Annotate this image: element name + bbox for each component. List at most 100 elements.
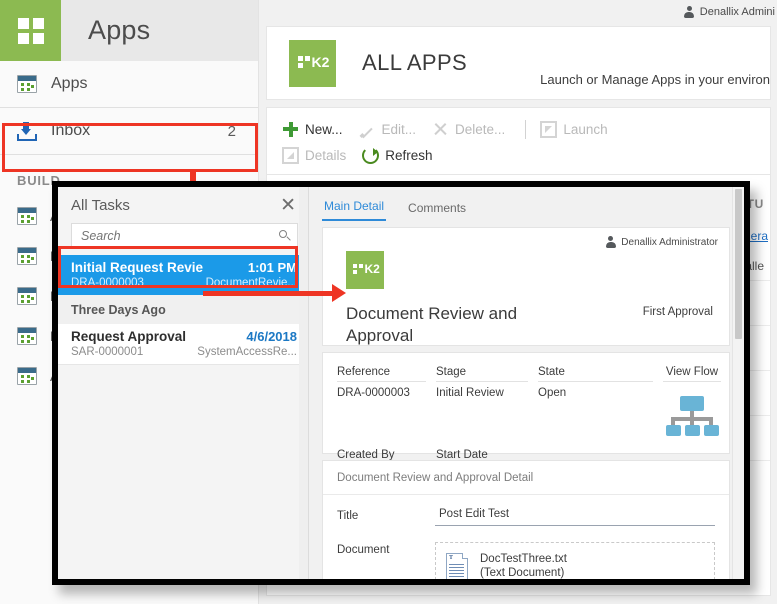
delete-button[interactable]: Delete... bbox=[430, 121, 513, 138]
flow-chart-icon[interactable] bbox=[663, 396, 721, 436]
sidebar-item-inbox[interactable]: Inbox 2 bbox=[0, 108, 258, 154]
task-detail-pane: Main Detail Comments Denallix Administra… bbox=[309, 187, 744, 579]
view-flow-label: View Flow bbox=[663, 366, 721, 382]
window-icon bbox=[17, 327, 37, 345]
launch-button-label: Launch bbox=[563, 121, 608, 137]
details-button-label: Details bbox=[305, 147, 347, 163]
inbox-icon bbox=[17, 121, 37, 141]
window-icon bbox=[17, 207, 37, 225]
detail-scrollbar[interactable] bbox=[732, 187, 744, 579]
task-process: SystemAccessRe... bbox=[197, 346, 297, 358]
new-button-label: New... bbox=[305, 121, 343, 137]
app-logo-tile bbox=[0, 0, 61, 61]
state-label: State bbox=[538, 366, 653, 382]
nav-header-title: Apps bbox=[88, 15, 151, 45]
task-owner-label: Denallix Administrator bbox=[621, 236, 718, 248]
close-icon[interactable]: ✕ bbox=[278, 196, 298, 215]
page-title: ALL APPS bbox=[362, 50, 468, 75]
new-button[interactable]: New... bbox=[280, 121, 351, 138]
action-toolbar: New... Edit... Delete... Launch Details … bbox=[266, 107, 771, 174]
task-form-card: Document Review and Approval Detail Titl… bbox=[322, 460, 730, 579]
k2-logo-text: K2 bbox=[364, 262, 380, 276]
page-subtitle: Launch or Manage Apps in your environ bbox=[540, 72, 770, 87]
document-attachment[interactable]: T DocTestThree.txt (Text Document) bbox=[435, 542, 715, 579]
scrollbar-thumb[interactable] bbox=[735, 189, 742, 339]
page-header-card: K2 ALL APPS Launch or Manage Apps in you… bbox=[266, 26, 771, 100]
close-icon bbox=[432, 121, 449, 138]
stage-value: Initial Review bbox=[436, 387, 504, 399]
delete-button-label: Delete... bbox=[455, 121, 506, 137]
task-metadata-card: Reference DRA-0000003 Stage Initial Revi… bbox=[322, 352, 730, 494]
k2-logo-icon: K2 bbox=[346, 251, 384, 289]
window-icon bbox=[17, 247, 37, 265]
app-summary-card: Denallix Administrator K2 Document Revie… bbox=[322, 227, 730, 346]
launch-icon bbox=[540, 120, 558, 138]
stage-label: Stage bbox=[436, 366, 528, 382]
task-reference: SAR-0000001 bbox=[71, 346, 144, 358]
k2-logo-icon: K2 bbox=[289, 39, 336, 87]
pencil-icon bbox=[359, 121, 376, 138]
toolbar-row-primary: New... Edit... Delete... Launch bbox=[267, 116, 770, 142]
tasks-scrollbar[interactable] bbox=[299, 187, 308, 579]
task-name: Initial Request Revie bbox=[71, 260, 204, 275]
refresh-button[interactable]: Refresh bbox=[360, 146, 440, 164]
launch-button[interactable]: Launch bbox=[538, 120, 615, 138]
task-time: 4/6/2018 bbox=[246, 329, 297, 344]
window-icon bbox=[17, 287, 37, 305]
task-reference: DRA-0000003 bbox=[71, 277, 144, 289]
state-value: Open bbox=[538, 387, 567, 399]
text-file-icon: T bbox=[446, 552, 468, 579]
k2-mark: K2 bbox=[297, 54, 330, 70]
user-icon bbox=[605, 236, 616, 248]
toolbar-row-secondary: Details Refresh bbox=[267, 142, 770, 168]
arrow-task-to-detail bbox=[203, 284, 346, 302]
sidebar-item-inbox-label: Inbox bbox=[51, 122, 91, 139]
task-owner: Denallix Administrator bbox=[605, 236, 718, 248]
refresh-icon bbox=[362, 146, 380, 164]
k2-mark: K2 bbox=[352, 262, 380, 276]
nav-header: Apps bbox=[0, 0, 258, 61]
window-icon bbox=[17, 367, 37, 385]
grid-logo-icon bbox=[17, 17, 44, 44]
app-name: Document Review and Approval bbox=[346, 304, 518, 345]
title-field-label: Title bbox=[337, 510, 359, 522]
reference-value: DRA-0000003 bbox=[337, 387, 410, 399]
edit-button[interactable]: Edit... bbox=[357, 121, 425, 138]
task-time: 1:01 PM bbox=[247, 260, 297, 275]
task-process: DocumentRevie... bbox=[205, 277, 297, 289]
search-input-wrapper[interactable] bbox=[71, 223, 298, 248]
user-name-label: Denallix Admini bbox=[699, 6, 775, 18]
tab-main-detail[interactable]: Main Detail bbox=[322, 199, 387, 221]
search-input[interactable] bbox=[81, 228, 275, 243]
document-file-name: DocTestThree.txt bbox=[480, 553, 567, 565]
refresh-button-label: Refresh bbox=[385, 147, 433, 163]
form-row-document: Document T DocTestThree.txt (Text Docume… bbox=[323, 526, 729, 579]
task-name: Request Approval bbox=[71, 329, 187, 344]
tab-comments[interactable]: Comments bbox=[406, 201, 476, 221]
task-group-header: Three Days Ago bbox=[58, 295, 308, 324]
sidebar-item-apps-label: Apps bbox=[51, 75, 88, 92]
inbox-count-badge: 2 bbox=[227, 122, 236, 140]
sidebar-item-apps[interactable]: Apps bbox=[0, 61, 258, 107]
details-button[interactable]: Details bbox=[280, 146, 354, 164]
document-file-type: (Text Document) bbox=[480, 567, 565, 579]
reference-label: Reference bbox=[337, 366, 426, 382]
window-icon bbox=[17, 75, 37, 93]
form-row-title: Title Post Edit Test bbox=[323, 495, 729, 526]
plus-icon bbox=[282, 121, 299, 138]
all-tasks-header: All Tasks ✕ bbox=[58, 187, 308, 223]
details-icon bbox=[282, 146, 299, 164]
title-field-value[interactable]: Post Edit Test bbox=[435, 508, 715, 526]
metadata-row-1: Reference DRA-0000003 Stage Initial Revi… bbox=[337, 366, 721, 436]
toolbar-divider bbox=[525, 119, 527, 139]
detail-tabs: Main Detail Comments bbox=[309, 187, 744, 221]
user-icon bbox=[684, 6, 695, 18]
search-icon[interactable] bbox=[279, 229, 291, 242]
task-divider bbox=[58, 364, 308, 365]
stage-badge: First Approval bbox=[642, 306, 713, 318]
task-list-item-selected[interactable]: Initial Request Revie 1:01 PM DRA-000000… bbox=[58, 255, 308, 295]
k2-logo-text: K2 bbox=[311, 54, 330, 70]
task-popup-window: All Tasks ✕ Initial Request Revie 1:01 P… bbox=[52, 181, 750, 585]
task-list-item[interactable]: Request Approval 4/6/2018 SAR-0000001 Sy… bbox=[58, 324, 308, 364]
user-account-bar[interactable]: Denallix Admini bbox=[259, 0, 777, 24]
